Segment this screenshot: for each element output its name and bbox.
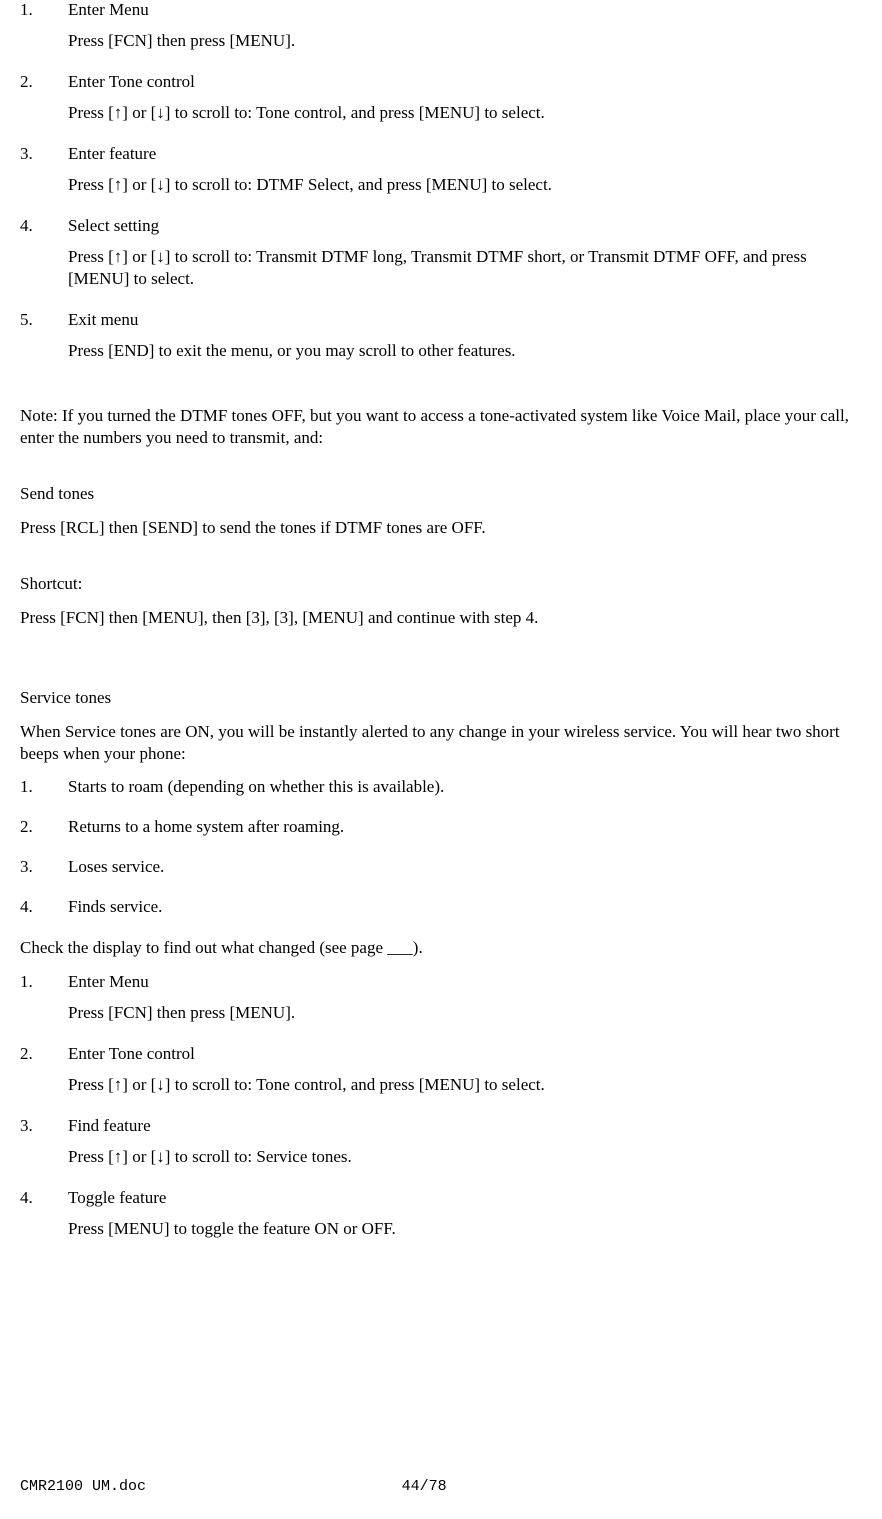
shortcut-detail: Press [FCN] then [MENU], then [3], [3], … [20,607,862,629]
step-number: 5. [20,310,68,372]
step-item: 4. Select setting Press [↑] or [↓] to sc… [20,216,862,300]
list-item: 1. Starts to roam (depending on whether … [20,777,862,807]
step-item: 5. Exit menu Press [END] to exit the men… [20,310,862,372]
step-detail: Press [↑] or [↓] to scroll to: DTMF Sele… [68,174,862,196]
check-display-text: Check the display to find out what chang… [20,937,862,959]
step-detail: Press [↑] or [↓] to scroll to: Transmit … [68,246,862,290]
step-item: 2. Enter Tone control Press [↑] or [↓] t… [20,1044,862,1106]
dtmf-steps-list: 1. Enter Menu Press [FCN] then press [ME… [20,0,862,373]
item-text: Returns to a home system after roaming. [68,817,862,837]
step-title: Find feature [68,1116,862,1136]
page-footer: CMR2100 UM.doc 44/78 [20,1478,862,1495]
list-item: 4. Finds service. [20,897,862,927]
step-number: 1. [20,0,68,62]
step-number: 4. [20,1188,68,1250]
step-number: 2. [20,1044,68,1106]
service-tones-title: Service tones [20,687,862,709]
step-number: 2. [20,72,68,134]
item-text: Starts to roam (depending on whether thi… [68,777,862,797]
step-detail: Press [↑] or [↓] to scroll to: Tone cont… [68,1074,862,1096]
step-title: Select setting [68,216,862,236]
step-title: Toggle feature [68,1188,862,1208]
step-title: Enter Menu [68,0,862,20]
footer-page-number: 44/78 [402,1478,447,1495]
item-text: Loses service. [68,857,862,877]
step-number: 3. [20,1116,68,1178]
step-detail: Press [FCN] then press [MENU]. [68,30,862,52]
footer-filename: CMR2100 UM.doc [20,1478,146,1495]
shortcut-title: Shortcut: [20,573,862,595]
step-detail: Press [END] to exit the menu, or you may… [68,340,862,362]
step-title: Exit menu [68,310,862,330]
step-item: 3. Enter feature Press [↑] or [↓] to scr… [20,144,862,206]
list-item: 2. Returns to a home system after roamin… [20,817,862,847]
service-tones-steps-list: 1. Enter Menu Press [FCN] then press [ME… [20,972,862,1250]
step-detail: Press [FCN] then press [MENU]. [68,1002,862,1024]
note-paragraph: Note: If you turned the DTMF tones OFF, … [20,405,862,449]
step-number: 1. [20,972,68,1034]
list-item: 3. Loses service. [20,857,862,887]
send-tones-detail: Press [RCL] then [SEND] to send the tone… [20,517,862,539]
step-item: 2. Enter Tone control Press [↑] or [↓] t… [20,72,862,134]
step-title: Enter Menu [68,972,862,992]
step-item: 4. Toggle feature Press [MENU] to toggle… [20,1188,862,1250]
step-title: Enter feature [68,144,862,164]
item-number: 2. [20,817,68,847]
step-item: 3. Find feature Press [↑] or [↓] to scro… [20,1116,862,1178]
item-number: 3. [20,857,68,887]
step-detail: Press [↑] or [↓] to scroll to: Tone cont… [68,102,862,124]
step-number: 3. [20,144,68,206]
item-text: Finds service. [68,897,862,917]
page-content: 1. Enter Menu Press [FCN] then press [ME… [0,0,882,1250]
step-detail: Press [MENU] to toggle the feature ON or… [68,1218,862,1240]
step-detail: Press [↑] or [↓] to scroll to: Service t… [68,1146,862,1168]
step-item: 1. Enter Menu Press [FCN] then press [ME… [20,972,862,1034]
service-events-list: 1. Starts to roam (depending on whether … [20,777,862,927]
item-number: 4. [20,897,68,927]
service-tones-intro: When Service tones are ON, you will be i… [20,721,862,765]
send-tones-title: Send tones [20,483,862,505]
step-number: 4. [20,216,68,300]
item-number: 1. [20,777,68,807]
step-item: 1. Enter Menu Press [FCN] then press [ME… [20,0,862,62]
step-title: Enter Tone control [68,1044,862,1064]
step-title: Enter Tone control [68,72,862,92]
